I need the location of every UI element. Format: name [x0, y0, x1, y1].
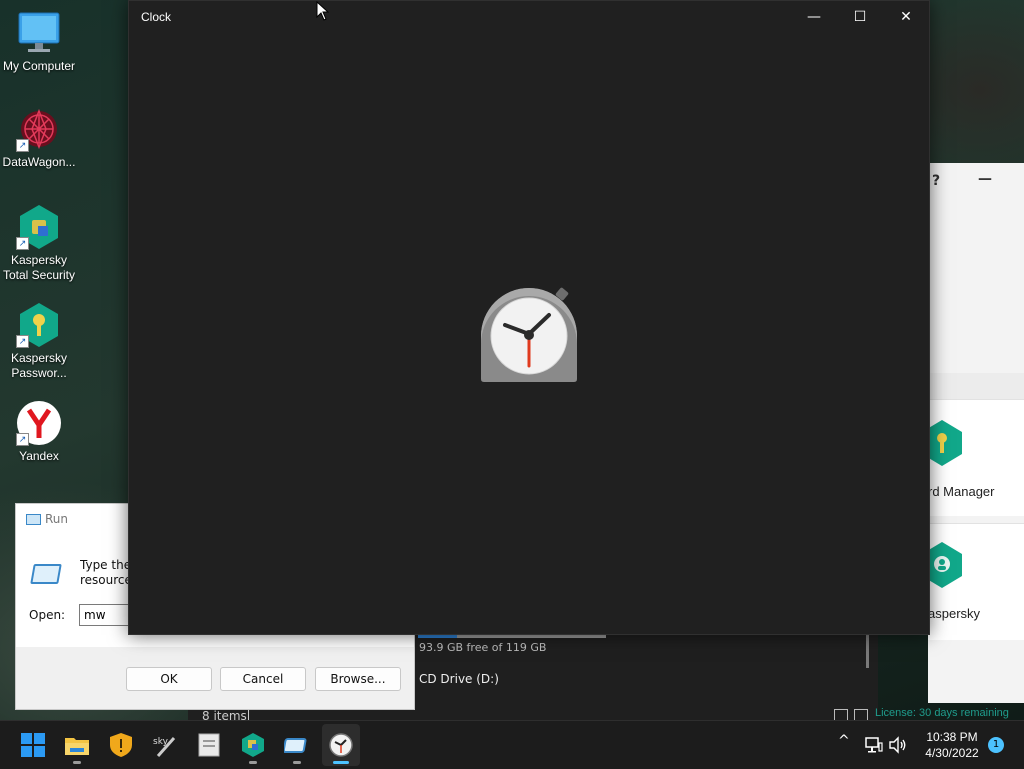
desktop-icon-label: Kaspersky Total Security — [2, 253, 76, 282]
desktop-icon-label: Kaspersky Passwor... — [10, 351, 68, 380]
cancel-button[interactable]: Cancel — [220, 667, 306, 691]
drive-free-text: 93.9 GB free of 119 GB — [419, 641, 547, 654]
run-program-icon — [30, 564, 62, 584]
shortcut-arrow-icon: ↗ — [16, 237, 29, 250]
desktop-icon-label: Yandex — [19, 449, 59, 463]
shortcut-arrow-icon: ↗ — [16, 433, 29, 446]
desktop-icon-kaspersky-password[interactable]: ↗ Kaspersky Passwor... — [0, 302, 78, 381]
run-taskbar-icon[interactable] — [284, 732, 310, 758]
desktop-icon-label: DataWagon... — [2, 155, 76, 169]
sky-app-icon[interactable]: sky — [152, 732, 178, 758]
clock-app-splash-icon — [481, 287, 577, 382]
kaspersky-taskbar-icon[interactable] — [240, 732, 266, 758]
volume-icon[interactable] — [888, 735, 908, 755]
scrollbar[interactable] — [866, 632, 869, 668]
monitor-icon — [16, 10, 62, 56]
help-button[interactable]: ? — [932, 173, 940, 189]
running-indicator — [293, 761, 301, 764]
minimize-button[interactable]: — — [791, 1, 837, 33]
running-indicator — [73, 761, 81, 764]
start-button-windows-icon[interactable] — [20, 732, 46, 758]
tray-overflow-chevron-icon[interactable]: ^ — [838, 733, 850, 749]
security-shield-icon[interactable] — [108, 732, 134, 758]
kaspersky-window: ? — rd Manager aspersky — [928, 163, 1024, 703]
clock-window: Clock — ☐ ✕ — [128, 0, 930, 635]
desktop-icon-my-computer[interactable]: My Computer — [0, 10, 78, 74]
minimize-button[interactable]: — — [978, 171, 992, 187]
kaspersky-card[interactable]: aspersky — [928, 523, 1024, 640]
password-manager-icon — [928, 420, 962, 466]
running-indicator — [249, 761, 257, 764]
desktop-icon-datawagon[interactable]: ↗ DataWagon... — [0, 106, 78, 170]
section-divider — [928, 373, 1024, 399]
desktop-icon-label: My Computer — [2, 59, 76, 73]
cd-drive-item[interactable]: CD Drive (D:) — [419, 672, 499, 686]
notification-badge[interactable]: 1 — [988, 737, 1004, 753]
shortcut-arrow-icon: ↗ — [16, 139, 29, 152]
ok-button[interactable]: OK — [126, 667, 212, 691]
active-indicator — [333, 761, 349, 764]
clock-taskbar-icon[interactable] — [328, 732, 354, 758]
run-title: Run — [45, 512, 69, 526]
window-title: Clock — [141, 10, 172, 24]
maximize-button[interactable]: ☐ — [837, 1, 883, 33]
datawagon-icon: ↗ — [16, 106, 62, 152]
mouse-cursor-icon — [316, 1, 330, 21]
license-status[interactable]: License: 30 days remaining — [875, 707, 1024, 719]
network-icon[interactable] — [864, 735, 884, 755]
password-manager-card[interactable]: rd Manager — [928, 399, 1024, 516]
shortcut-arrow-icon: ↗ — [16, 335, 29, 348]
tray-time: 10:38 PM — [926, 730, 978, 744]
kaspersky-password-icon: ↗ — [16, 302, 62, 348]
run-icon — [26, 514, 41, 525]
yandex-icon: ↗ — [16, 400, 62, 446]
tray-date: 4/30/2022 — [925, 746, 979, 760]
file-explorer-icon[interactable] — [64, 732, 90, 758]
card-label: rd Manager — [928, 484, 995, 499]
desktop-icon-kaspersky-total-security[interactable]: ↗ Kaspersky Total Security — [0, 204, 78, 283]
taskbar: sky ^ 10:38 PM 4/30/2022 1 — [0, 720, 1024, 769]
document-app-icon[interactable] — [196, 732, 222, 758]
desktop-icon-yandex[interactable]: ↗ Yandex — [0, 400, 78, 464]
browse-button[interactable]: Browse... — [315, 667, 401, 691]
kaspersky-safe-kids-icon — [928, 542, 962, 588]
kaspersky-icon: ↗ — [16, 204, 62, 250]
card-label: aspersky — [928, 606, 981, 621]
close-button[interactable]: ✕ — [883, 1, 929, 33]
clock-date[interactable]: 10:38 PM 4/30/2022 — [912, 729, 992, 761]
open-label: Open: — [29, 608, 66, 622]
